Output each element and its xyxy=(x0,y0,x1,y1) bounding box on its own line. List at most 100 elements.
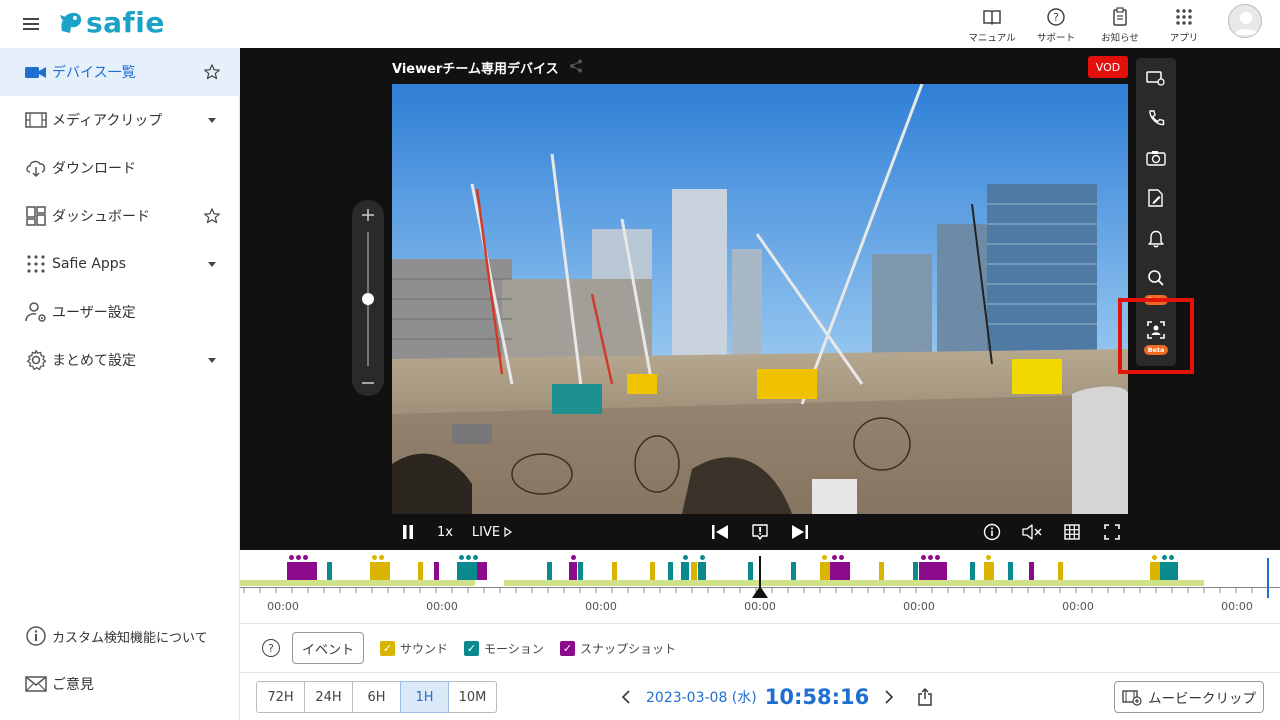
timeline[interactable]: 00:00 00:00 00:00 00:00 00:00 00:00 00:0… xyxy=(240,550,1280,624)
bell-icon[interactable] xyxy=(1136,218,1176,258)
sidebar-item-dashboard[interactable]: ダッシュボード xyxy=(0,192,240,240)
event-marker-motion[interactable] xyxy=(681,562,689,580)
user-avatar[interactable] xyxy=(1228,4,1262,38)
favorite-star-icon[interactable] xyxy=(202,206,222,226)
event-dot xyxy=(935,555,940,560)
live-button[interactable]: LIVE xyxy=(470,522,514,542)
event-marker-snapshot[interactable] xyxy=(434,562,439,580)
sidebar-item-download[interactable]: ダウンロード xyxy=(0,144,240,192)
chevron-down-icon[interactable] xyxy=(202,350,222,370)
sidebar-item-media-clip[interactable]: メディアクリップ xyxy=(0,96,240,144)
fullscreen-icon[interactable] xyxy=(1102,522,1122,542)
current-time[interactable]: 10:58:16 xyxy=(765,685,869,709)
play-triangle-icon xyxy=(504,527,513,537)
safie-logo[interactable]: safie xyxy=(58,8,165,38)
event-dot xyxy=(1169,555,1174,560)
movie-clip-button[interactable]: ムービークリップ xyxy=(1114,681,1264,713)
recording-coverage-bar xyxy=(240,580,475,586)
event-marker-motion[interactable] xyxy=(791,562,796,580)
news-button[interactable]: お知らせ xyxy=(1090,6,1150,44)
event-marker-motion[interactable] xyxy=(327,562,332,580)
manual-button[interactable]: マニュアル xyxy=(962,6,1022,44)
event-dot xyxy=(1162,555,1167,560)
skip-forward-icon[interactable] xyxy=(790,522,810,542)
event-marker-sound[interactable] xyxy=(650,562,655,580)
chevron-down-icon[interactable] xyxy=(202,110,222,130)
snapshot-camera-icon[interactable] xyxy=(1136,138,1176,178)
event-marker-motion[interactable] xyxy=(698,562,706,580)
skip-back-icon[interactable] xyxy=(710,522,730,542)
event-marker-motion[interactable] xyxy=(913,562,918,580)
event-marker-sound[interactable] xyxy=(1058,562,1063,580)
event-dot xyxy=(379,555,384,560)
vod-badge: VOD xyxy=(1088,56,1128,78)
event-marker-motion[interactable] xyxy=(1008,562,1013,580)
sound-filter-checkbox[interactable]: ✓ サウンド xyxy=(380,640,448,657)
playback-speed-button[interactable]: 1x xyxy=(434,522,456,542)
sidebar-item-device-list[interactable]: デバイス一覧 xyxy=(0,48,240,96)
range-6h-button[interactable]: 6H xyxy=(352,681,401,713)
event-marker-sound[interactable] xyxy=(691,562,697,580)
range-72h-button[interactable]: 72H xyxy=(256,681,305,713)
event-marker-motion[interactable] xyxy=(578,562,583,580)
support-button[interactable]: ? サポート xyxy=(1026,6,1086,44)
range-1h-button[interactable]: 1H xyxy=(400,681,449,713)
sidebar-item-feedback[interactable]: ご意見 xyxy=(0,660,240,708)
event-marker-sound[interactable] xyxy=(418,562,423,580)
event-marker-motion[interactable] xyxy=(1160,562,1178,580)
event-marker-snapshot[interactable] xyxy=(830,562,850,580)
share-icon[interactable] xyxy=(569,59,583,77)
sidebar-item-bulk-settings[interactable]: まとめて設定 xyxy=(0,336,240,384)
current-date[interactable]: 2023-03-08 (水) xyxy=(646,687,757,707)
search-icon[interactable] xyxy=(1136,258,1176,298)
camera-video-frame[interactable] xyxy=(392,84,1128,514)
event-marker-icon[interactable] xyxy=(750,522,770,542)
event-marker-motion[interactable] xyxy=(970,562,975,580)
event-dot xyxy=(571,555,576,560)
share-export-icon[interactable] xyxy=(917,688,933,706)
event-marker-snapshot[interactable] xyxy=(569,562,577,580)
chevron-right-icon[interactable] xyxy=(883,689,895,705)
sidebar-item-custom-detection-info[interactable]: カスタム検知機能について xyxy=(0,612,240,660)
event-marker-sound[interactable] xyxy=(879,562,884,580)
motion-filter-checkbox[interactable]: ✓ モーション xyxy=(464,640,544,657)
event-marker-sound[interactable] xyxy=(370,562,390,580)
event-marker-sound[interactable] xyxy=(820,562,830,580)
ai-person-detect-icon[interactable] xyxy=(1136,310,1176,350)
sidebar-item-user-settings[interactable]: ユーザー設定 xyxy=(0,288,240,336)
camera-settings-icon[interactable] xyxy=(1136,58,1176,98)
sidebar-item-safie-apps[interactable]: Safie Apps xyxy=(0,240,240,288)
pause-icon[interactable] xyxy=(400,522,416,542)
chevron-down-icon[interactable] xyxy=(202,254,222,274)
event-marker-sound[interactable] xyxy=(612,562,617,580)
zoom-slider[interactable] xyxy=(352,200,384,396)
apps-button[interactable]: アプリ xyxy=(1154,6,1214,44)
event-marker-snapshot[interactable] xyxy=(919,562,947,580)
range-24h-button[interactable]: 24H xyxy=(304,681,353,713)
playhead-marker[interactable] xyxy=(750,556,770,600)
help-icon[interactable]: ? xyxy=(262,639,280,657)
event-marker-snapshot[interactable] xyxy=(287,562,317,580)
chevron-left-icon[interactable] xyxy=(620,689,632,705)
range-10m-button[interactable]: 10M xyxy=(448,681,497,713)
event-dot xyxy=(466,555,471,560)
grid-layout-icon[interactable] xyxy=(1062,522,1082,542)
hamburger-menu-icon[interactable] xyxy=(22,14,42,34)
event-button[interactable]: イベント xyxy=(292,632,364,664)
gear-icon xyxy=(24,348,48,372)
snapshot-filter-checkbox[interactable]: ✓ スナップショット xyxy=(560,640,676,657)
info-icon[interactable] xyxy=(982,522,1002,542)
snapshot-filter-label: スナップショット xyxy=(580,642,677,656)
favorite-star-icon[interactable] xyxy=(202,62,222,82)
report-edit-icon[interactable] xyxy=(1136,178,1176,218)
event-marker-sound[interactable] xyxy=(1150,562,1160,580)
event-marker-motion[interactable] xyxy=(547,562,552,580)
event-marker-motion[interactable] xyxy=(668,562,673,580)
date-navigator: 2023-03-08 (水) 10:58:16 xyxy=(620,681,933,713)
phone-icon[interactable] xyxy=(1136,98,1176,138)
event-marker-sound[interactable] xyxy=(984,562,994,580)
mute-icon[interactable] xyxy=(1022,522,1042,542)
event-marker-snapshot[interactable] xyxy=(1029,562,1034,580)
event-dot xyxy=(928,555,933,560)
event-marker-snapshot[interactable] xyxy=(477,562,487,580)
